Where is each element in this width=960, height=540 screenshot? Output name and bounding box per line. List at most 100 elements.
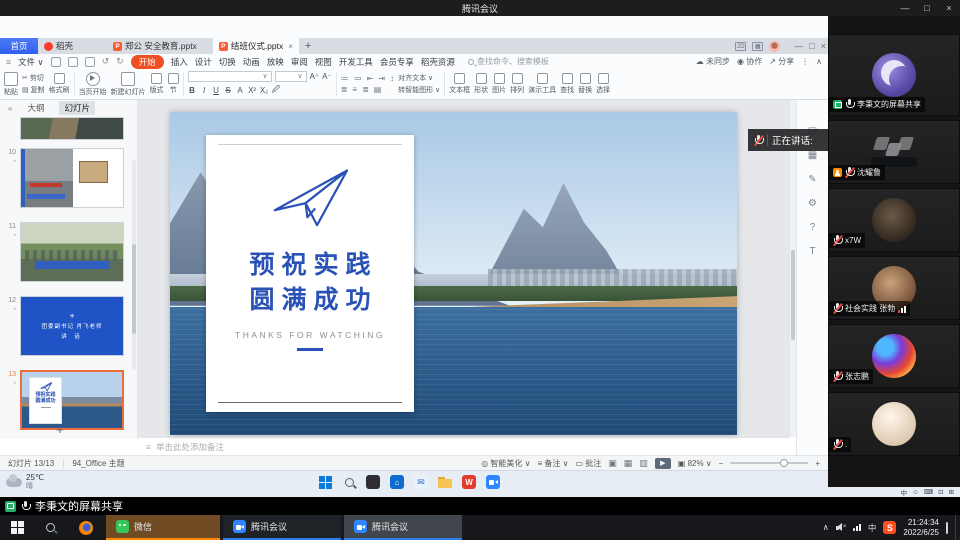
zoom-slider-knob[interactable] xyxy=(780,459,788,467)
line-spacing-button[interactable]: ↕ xyxy=(390,74,394,83)
animation-pane-icon[interactable]: ▦ xyxy=(808,150,817,161)
sync-status[interactable]: ☁ 未同步 xyxy=(696,56,730,67)
wps-close-icon[interactable]: × xyxy=(821,41,826,51)
bullet-list-button[interactable]: ≔ xyxy=(341,74,349,83)
slideshow-play-icon[interactable]: ▶ xyxy=(655,458,671,469)
redo-icon[interactable]: ↻ xyxy=(116,56,124,67)
slide-thumb-10[interactable]: 10* xyxy=(0,148,137,208)
start-icon[interactable] xyxy=(0,515,34,540)
reading-view-icon[interactable]: ▥ xyxy=(639,458,648,469)
numbered-list-button[interactable]: ≕ xyxy=(354,74,362,83)
mail-icon[interactable]: ✉ xyxy=(414,475,428,489)
maximize-icon[interactable]: □ xyxy=(916,0,938,16)
settings-icon[interactable]: ⚙ xyxy=(808,198,817,209)
current-slide[interactable]: 预祝实践 圆满成功 THANKS FOR WATCHING xyxy=(170,112,737,435)
skin-icon[interactable]: 2D xyxy=(735,42,746,51)
wps-restore-icon[interactable]: □ xyxy=(809,41,814,51)
slide-thumb-13-selected[interactable]: 13* 预祝实践 圆满成功 xyxy=(0,370,137,430)
menu-member[interactable]: 会员专享 xyxy=(380,56,414,68)
volume-muted-icon[interactable]: × xyxy=(836,523,846,532)
bold-button[interactable]: B xyxy=(188,86,197,95)
layout-button[interactable]: 版式 xyxy=(150,73,164,95)
participant-tile[interactable]: . xyxy=(828,392,960,456)
font-name-select[interactable]: ∨ xyxy=(188,71,272,82)
touch-keyboard-icon[interactable]: ⌨ xyxy=(924,488,933,496)
new-tab-icon[interactable]: + xyxy=(299,38,317,54)
picture-button[interactable]: 图片 xyxy=(492,73,506,95)
arrange-button[interactable]: 排列 xyxy=(510,73,524,95)
ime-indicator[interactable]: 中 xyxy=(868,522,877,534)
zoom-in-icon[interactable]: + xyxy=(815,459,820,468)
textbox-button[interactable]: 文本框 xyxy=(449,73,470,95)
strikethrough-button[interactable]: S xyxy=(224,86,233,95)
menu-start[interactable]: 开始 xyxy=(131,55,164,69)
menu-slideshow[interactable]: 放映 xyxy=(267,56,284,68)
task-view-icon[interactable] xyxy=(366,475,380,489)
show-desktop-strip[interactable] xyxy=(955,515,956,540)
tab-slides[interactable]: 幻灯片 xyxy=(59,101,95,115)
superscript-button[interactable]: X² xyxy=(248,86,257,95)
wps-minimize-icon[interactable]: — xyxy=(794,41,803,51)
slide-title-card[interactable]: 预祝实践 圆满成功 THANKS FOR WATCHING xyxy=(206,135,414,412)
copy-button[interactable]: ▤ 复制 xyxy=(22,85,45,95)
undo-icon[interactable]: ↺ xyxy=(102,56,110,67)
comments-toggle[interactable]: ▭ 批注 xyxy=(575,458,601,469)
shapes-button[interactable]: 形状 xyxy=(474,73,488,95)
font-grow-button[interactable]: A⁺ xyxy=(310,72,320,81)
widgets-icon[interactable]: ⊞ xyxy=(949,488,954,496)
print-icon[interactable] xyxy=(85,57,95,67)
sorter-view-icon[interactable]: ▦ xyxy=(624,458,633,469)
share-button[interactable]: ↗ 分享 xyxy=(769,56,794,67)
participant-tile[interactable]: 张志鹏 xyxy=(828,324,960,388)
menu-insert[interactable]: 插入 xyxy=(171,56,188,68)
tab-outline[interactable]: 大纲 xyxy=(22,101,49,115)
cut-button[interactable]: ✂ 剪切 xyxy=(22,73,45,83)
new-slide-button[interactable]: 新建幻灯片 xyxy=(111,72,146,97)
close-icon[interactable]: × xyxy=(938,0,960,16)
menu-animation[interactable]: 动画 xyxy=(243,56,260,68)
help-icon[interactable]: ? xyxy=(810,222,816,233)
taskbar-clock[interactable]: 21:24:34 2022/6/25 xyxy=(903,518,939,538)
indent-increase-button[interactable]: ⇥ xyxy=(378,74,385,83)
menu-docer-res[interactable]: 稻壳资源 xyxy=(421,56,455,68)
tab-doc1[interactable]: P 郑公 安全教育.pptx xyxy=(107,38,203,54)
zoom-slider[interactable] xyxy=(730,462,808,464)
search-icon[interactable] xyxy=(34,515,66,540)
minimize-icon[interactable]: — xyxy=(894,0,916,16)
taskbar-meeting-button-1[interactable]: 腾讯会议 xyxy=(223,515,341,540)
presenter-tools-button[interactable]: 演示工具 xyxy=(528,73,556,95)
tab-home[interactable]: 首页 xyxy=(0,38,38,54)
collapse-panel-icon[interactable]: « xyxy=(8,104,12,113)
smart-graphic-button[interactable]: 转智能图形 ∨ xyxy=(398,85,440,95)
menu-devtools[interactable]: 开发工具 xyxy=(339,56,373,68)
highlight-button[interactable]: 🖉 xyxy=(272,84,281,98)
align-right-button[interactable]: ≣ xyxy=(362,85,369,94)
align-left-button[interactable]: ≣ xyxy=(341,85,348,94)
participant-tile[interactable]: 社会实践 张勃 xyxy=(828,256,960,320)
font-shrink-button[interactable]: A⁻ xyxy=(322,72,332,81)
participant-tile[interactable]: x7W xyxy=(828,188,960,252)
wps-app-icon[interactable]: W xyxy=(462,475,476,489)
text-tool-icon[interactable]: T xyxy=(809,246,815,257)
menu-file[interactable]: 文件 ∨ xyxy=(18,56,44,68)
italic-button[interactable]: I xyxy=(200,86,209,95)
participant-tile[interactable]: 沈耀鲁 xyxy=(828,120,960,184)
find-button[interactable]: 查找 xyxy=(560,73,574,95)
paste-button[interactable]: 粘贴 xyxy=(4,72,18,97)
ime-indicator[interactable]: 中 xyxy=(901,487,908,497)
emoji-icon[interactable]: ☺ xyxy=(912,489,919,496)
menu-review[interactable]: 审阅 xyxy=(291,56,308,68)
justify-button[interactable]: ▤ xyxy=(374,85,382,94)
panel-scrollbar[interactable] xyxy=(132,160,136,370)
save-icon[interactable] xyxy=(51,57,61,67)
font-color-button[interactable]: A xyxy=(236,86,245,95)
collab-button[interactable]: ◉ 协作 xyxy=(737,56,762,67)
menu-transition[interactable]: 切换 xyxy=(219,56,236,68)
slide-thumb-9-partial[interactable] xyxy=(0,117,137,140)
format-painter-button[interactable]: 格式刷 xyxy=(49,73,70,95)
file-explorer-icon[interactable] xyxy=(438,475,452,489)
replace-button[interactable]: 替换 xyxy=(578,73,592,95)
notes-toggle[interactable]: ≡ 备注 ∨ xyxy=(537,458,568,469)
store-icon[interactable]: ⌂ xyxy=(390,475,404,489)
play-from-current-button[interactable]: 当页开始 xyxy=(79,72,107,97)
